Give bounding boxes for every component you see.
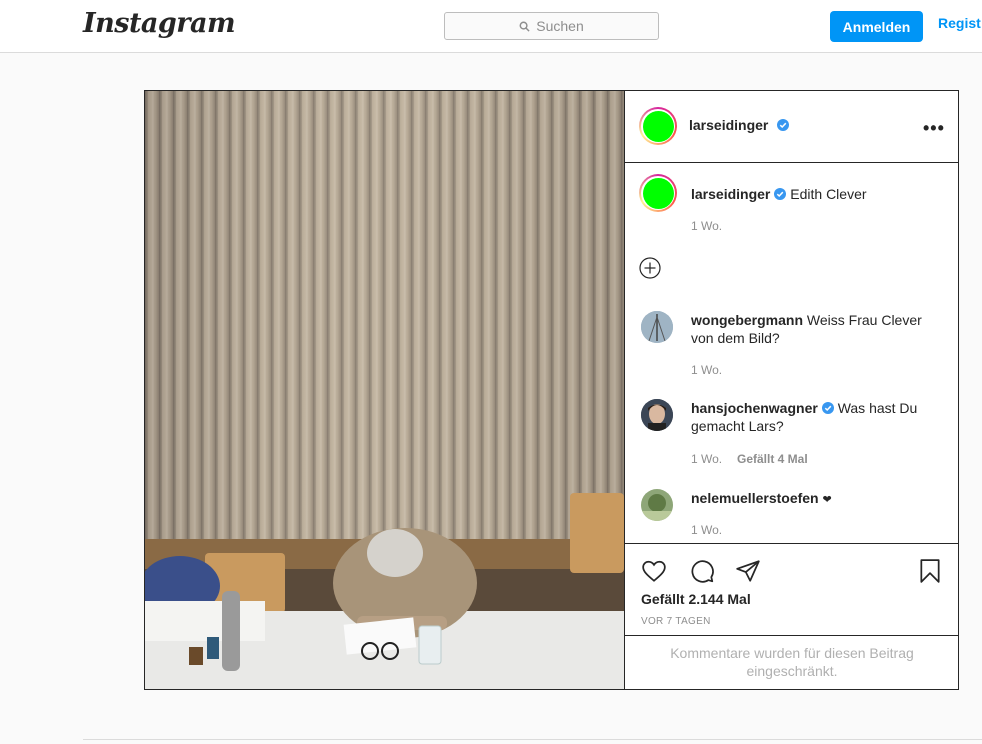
- post-image: [145, 91, 624, 689]
- caption: larseidinger Edith Clever: [691, 185, 941, 203]
- commenter-avatar[interactable]: [641, 489, 673, 521]
- comment-bubble-icon[interactable]: [689, 558, 715, 584]
- footer-divider: [83, 739, 982, 740]
- instagram-logo[interactable]: Instagram: [83, 8, 236, 39]
- caption-time: 1 Wo.: [691, 219, 723, 233]
- search-placeholder: Suchen: [536, 18, 584, 34]
- search-icon: [519, 21, 530, 32]
- comment-author[interactable]: wongebergmann: [691, 312, 803, 328]
- comment-author[interactable]: nelemuellerstoefen: [691, 490, 819, 506]
- search-input[interactable]: Suchen: [444, 12, 659, 40]
- author-username[interactable]: larseidinger: [689, 117, 768, 133]
- verified-badge-icon: [776, 119, 789, 131]
- load-more-comments-icon[interactable]: [639, 257, 661, 279]
- bookmark-icon[interactable]: [917, 558, 943, 584]
- commenter-avatar[interactable]: [641, 399, 673, 431]
- share-icon[interactable]: [735, 558, 761, 584]
- comment: wongebergmann Weiss Frau Clever von dem …: [691, 311, 941, 347]
- comment-author[interactable]: hansjochenwagner: [691, 400, 818, 416]
- comment-text: Weiss Frau Clever: [806, 312, 922, 328]
- login-button[interactable]: Anmelden: [830, 11, 923, 42]
- comment: hansjochenwagner Was hast Du gemacht Lar…: [691, 399, 941, 435]
- top-navigation-bar: Instagram Suchen Anmelden Regist: [0, 0, 982, 53]
- comment-likes[interactable]: Gefällt 4 Mal: [737, 452, 808, 466]
- like-count[interactable]: Gefällt 2.144 Mal: [641, 591, 751, 607]
- comment-text: Was hast Du: [837, 400, 918, 416]
- register-link[interactable]: Regist: [938, 15, 981, 31]
- post-actions: Gefällt 2.144 Mal VOR 7 TAGEN: [625, 543, 959, 635]
- comments-list: larseidinger Edith Clever 1 Wo. wongeber…: [625, 163, 959, 543]
- post-author: larseidinger: [689, 117, 789, 135]
- comment-time: 1 Wo.: [691, 452, 723, 466]
- caption-avatar[interactable]: [639, 174, 677, 212]
- commenter-avatar[interactable]: [641, 311, 673, 343]
- more-options-icon[interactable]: •••: [923, 118, 945, 139]
- post-side-panel: larseidinger ••• larseidinger Edith Clev…: [624, 91, 959, 689]
- comment-time: 1 Wo.: [691, 363, 723, 377]
- post-card: larseidinger ••• larseidinger Edith Clev…: [144, 90, 959, 690]
- comments-restricted-notice: Kommentare wurden für diesen Beitrag ein…: [625, 635, 959, 689]
- post-date: VOR 7 TAGEN: [641, 616, 711, 627]
- comment-text: ❤: [822, 494, 832, 506]
- comment-text-continued: gemacht Lars?: [691, 418, 784, 434]
- comment-time: 1 Wo.: [691, 523, 723, 537]
- author-avatar[interactable]: [639, 107, 677, 145]
- verified-badge-icon: [774, 188, 787, 200]
- post-header: larseidinger •••: [625, 91, 959, 163]
- caption-author[interactable]: larseidinger: [691, 186, 770, 202]
- comment-text-continued: von dem Bild?: [691, 330, 780, 346]
- verified-badge-icon: [821, 402, 834, 414]
- heart-icon[interactable]: [641, 558, 667, 584]
- caption-text: Edith Clever: [790, 186, 867, 202]
- post-photo[interactable]: [145, 91, 624, 689]
- comment: nelemuellerstoefen ❤: [691, 489, 941, 509]
